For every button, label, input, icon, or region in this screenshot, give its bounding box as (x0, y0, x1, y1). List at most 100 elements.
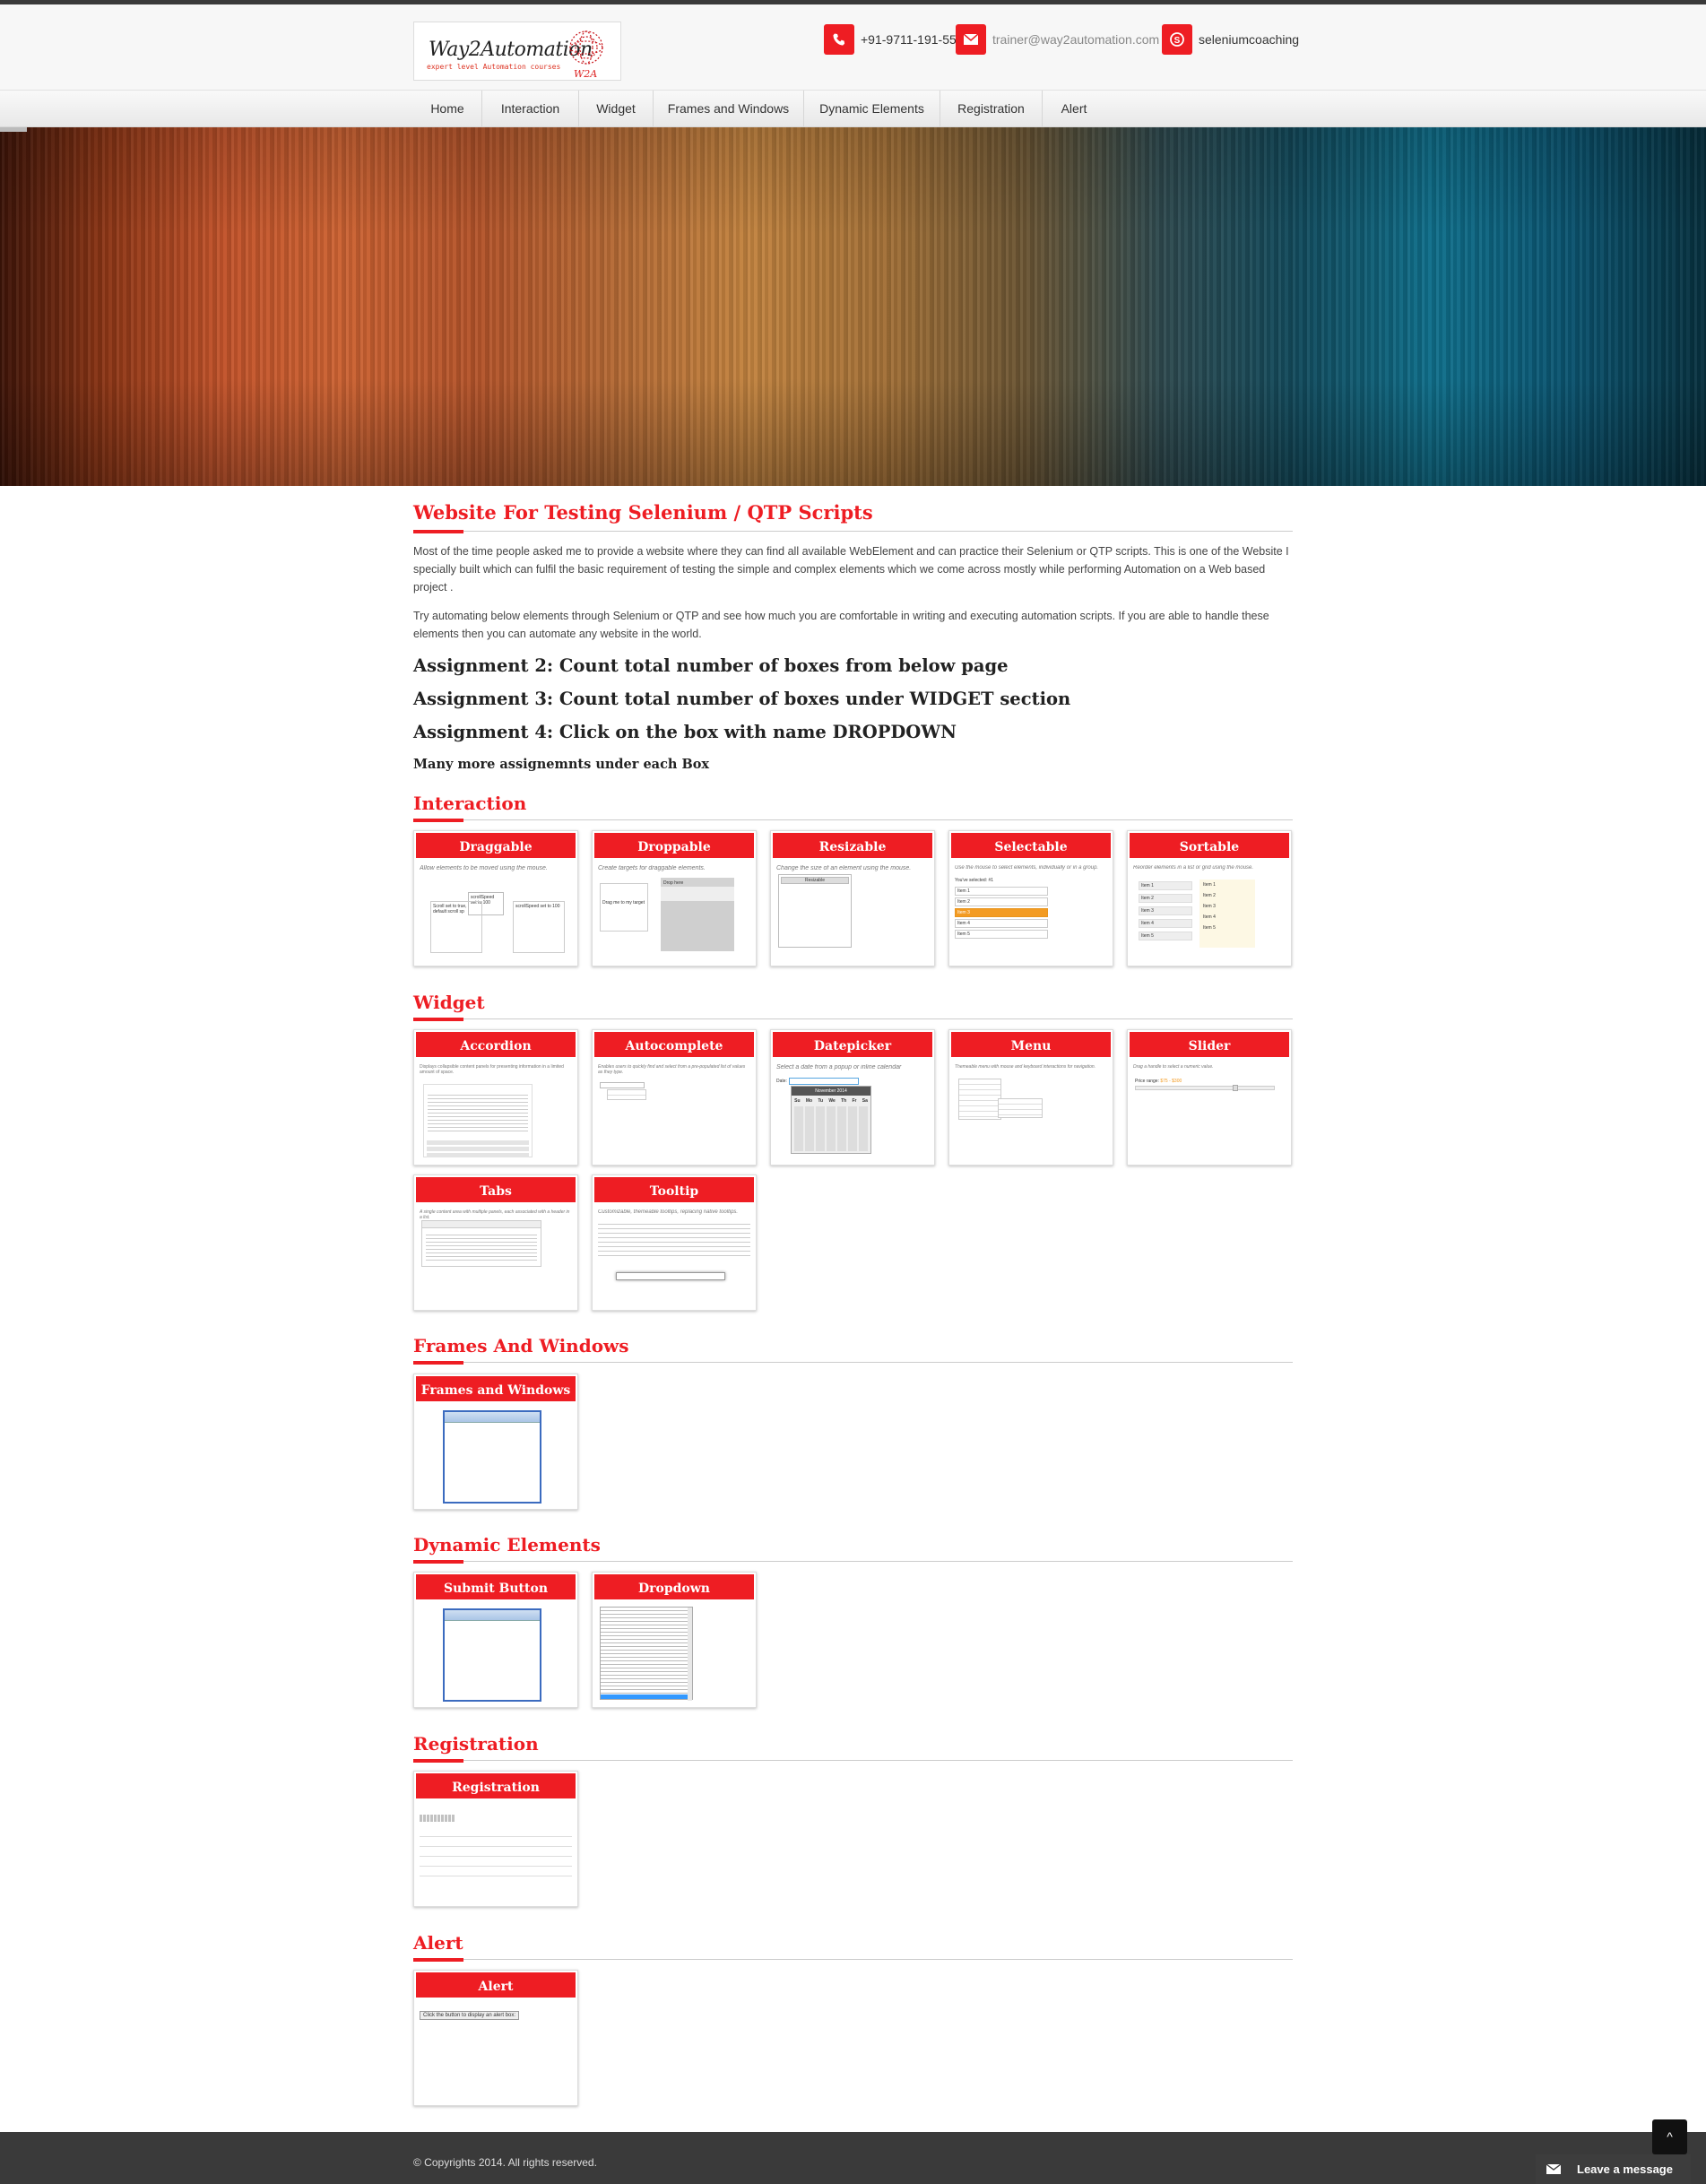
thumbnail (598, 1607, 750, 1702)
thumbnail: Drag a handle to select a numeric value.… (1133, 1064, 1286, 1159)
back-to-top-button[interactable]: ^ (1652, 2119, 1687, 2154)
nav-frames-and-windows[interactable]: Frames and Windows (654, 91, 804, 127)
section-divider (413, 819, 1293, 822)
sortable-item: Item 3 (1203, 904, 1216, 909)
slider-tab[interactable] (0, 127, 27, 132)
box-title: Menu (949, 1030, 1113, 1059)
box-submit-button-clicked[interactable]: Submit Button Clicked (413, 1572, 578, 1708)
weekday: Tu (818, 1098, 824, 1104)
sortable-item: Item 1 (1139, 881, 1192, 890)
thumbnail (420, 1806, 572, 1901)
selectable-item-selected: Item 3 (955, 908, 1048, 917)
svg-text:S: S (1174, 36, 1181, 46)
box-title: Tooltip (593, 1175, 756, 1204)
site-logo[interactable]: Way2Automation expert level Automation c… (413, 22, 621, 81)
autocomplete-menu (607, 1089, 646, 1100)
box-tooltip[interactable]: Tooltip Customizable, themeable tooltips… (592, 1174, 757, 1311)
leave-message-button[interactable]: Leave a message (1536, 2154, 1691, 2184)
assignment-2: Assignment 2: Count total number of boxe… (413, 655, 1009, 676)
sortable-item: Item 2 (1203, 893, 1216, 898)
more-assignments: Many more assignemnts under each Box (413, 757, 710, 772)
selected-status: You've selected: #1 (955, 878, 994, 883)
thumbnail: Click the button to display an alert box… (420, 2005, 572, 2100)
section-frames-and-windows: Frames And Windows (413, 1335, 1293, 1365)
nav-home[interactable]: Home (413, 91, 482, 127)
box-menu[interactable]: Menu Themeable menu with mouse and keybo… (948, 1029, 1113, 1166)
box-registration[interactable]: Registration (413, 1771, 578, 1907)
box-slider[interactable]: Slider Drag a handle to select a numeric… (1127, 1029, 1292, 1166)
skype-handle[interactable]: seleniumcoaching (1199, 32, 1299, 47)
box-resizable[interactable]: Resizable Change the size of an element … (770, 830, 935, 966)
accordion-content (428, 1092, 528, 1133)
dropdown-selected-option (601, 1694, 688, 1699)
box-title: Droppable (593, 831, 756, 860)
nav-alert[interactable]: Alert (1043, 91, 1105, 127)
weekday: Sa (862, 1098, 868, 1104)
thumbnail: Select a date from a popup or inline cal… (776, 1064, 929, 1159)
skype-contact[interactable]: S seleniumcoaching (1162, 24, 1299, 55)
weekday: We (828, 1098, 836, 1104)
box-datepicker[interactable]: Datepicker Select a date from a popup or… (770, 1029, 935, 1166)
caption: Use the mouse to select elements, indivi… (955, 865, 1099, 871)
section-divider (413, 1018, 1293, 1021)
box-title: Selectable (949, 831, 1113, 860)
nav-interaction[interactable]: Interaction (482, 91, 579, 127)
box-sortable[interactable]: Sortable Reorder elements in a list or g… (1127, 830, 1292, 966)
box-title: Frames and Windows (414, 1374, 577, 1403)
browser-window (443, 1608, 541, 1702)
box-accordion[interactable]: Accordion Displays collapsible content p… (413, 1029, 578, 1166)
logo-sphere-icon (569, 30, 603, 65)
registration-form (420, 1827, 572, 1885)
tooltip-text (598, 1220, 750, 1256)
phone-contact: +91-9711-191-558 (824, 24, 964, 55)
box-selectable[interactable]: Selectable Use the mouse to select eleme… (948, 830, 1113, 966)
calendar-header: November 2014 (792, 1087, 870, 1096)
box-title: Resizable (771, 831, 934, 860)
caption: Themeable menu with mouse and keyboard i… (955, 1064, 1096, 1070)
thumbnail: Allow elements to be moved using the mou… (420, 865, 572, 960)
submenu-list (998, 1098, 1043, 1118)
sortable-list-alt: Item 1 Item 2 Item 3 Item 4 Item 5 (1199, 880, 1255, 948)
tabs-content (426, 1232, 537, 1262)
box-dropdown[interactable]: Dropdown (592, 1572, 757, 1708)
main-nav: Home Interaction Widget Frames and Windo… (0, 91, 1706, 127)
email-contact[interactable]: trainer@way2automation.com (956, 24, 1159, 55)
box-droppable[interactable]: Droppable Create targets for draggable e… (592, 830, 757, 966)
tooltip-popup (616, 1272, 725, 1280)
drop-target: Drop here (661, 878, 734, 951)
drag-box: scrollSpeed set to 100 (513, 901, 565, 953)
section-title: Frames And Windows (413, 1335, 629, 1356)
box-title: Sortable (1128, 831, 1291, 860)
box-draggable[interactable]: Draggable Allow elements to be moved usi… (413, 830, 578, 966)
assignment-4: Assignment 4: Click on the box with name… (413, 722, 957, 742)
thumbnail: Change the size of an element using the … (776, 865, 929, 960)
browser-toolbar (445, 1412, 540, 1423)
section-divider (413, 1361, 1293, 1365)
hero-banner (0, 127, 1706, 486)
drag-source: Drag me to my target (600, 883, 648, 932)
box-tabs[interactable]: Tabs A single content area with multiple… (413, 1174, 578, 1311)
title-divider (413, 530, 1293, 533)
nav-registration[interactable]: Registration (940, 91, 1043, 127)
box-title: Accordion (414, 1030, 577, 1059)
thumbnail: Create targets for draggable elements. D… (598, 865, 750, 960)
section-alert: Alert (413, 1932, 1293, 1962)
box-title: Datepicker (771, 1030, 934, 1059)
section-widget: Widget (413, 992, 1293, 1021)
caption: Customizable, themeable tooltips, replac… (598, 1209, 739, 1215)
box-alert[interactable]: Alert Click the button to display an ale… (413, 1970, 578, 2106)
accordion-header (427, 1147, 529, 1151)
box-autocomplete[interactable]: Autocomplete Enables users to quickly fi… (592, 1029, 757, 1166)
site-footer: © Copyrights 2014. All rights reserved. (0, 2132, 1706, 2184)
box-frames-and-windows[interactable]: Frames and Windows (413, 1374, 578, 1510)
nav-dynamic-elements[interactable]: Dynamic Elements (804, 91, 940, 127)
email-address[interactable]: trainer@way2automation.com (992, 32, 1159, 47)
calendar-grid (794, 1106, 868, 1151)
box-title: Draggable (414, 831, 577, 860)
slider-track (1135, 1085, 1275, 1091)
thumbnail: Themeable menu with mouse and keyboard i… (955, 1064, 1107, 1159)
section-title: Alert (413, 1932, 463, 1954)
tabs-header (422, 1221, 541, 1228)
section-divider (413, 1560, 1293, 1564)
nav-widget[interactable]: Widget (579, 91, 654, 127)
